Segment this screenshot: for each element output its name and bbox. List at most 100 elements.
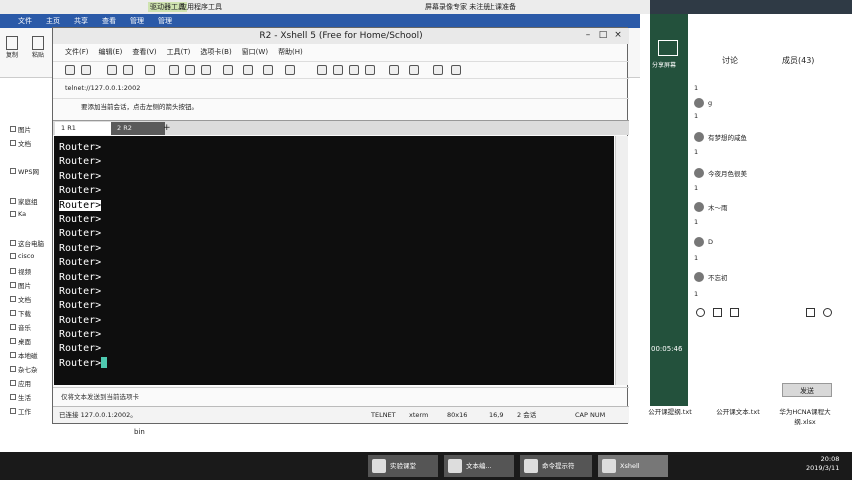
nav-item-pictures[interactable]: 图片 <box>10 124 31 134</box>
terminal-text: Router> <box>59 285 102 297</box>
nav-item-user[interactable]: Ka <box>10 210 26 218</box>
help-icon[interactable] <box>433 65 443 75</box>
keyboard-icon[interactable] <box>389 65 399 75</box>
nav-item-this-pc[interactable]: 这台电脑 <box>10 238 44 248</box>
find-icon[interactable] <box>201 65 211 75</box>
nav-item-cisco[interactable]: cisco <box>10 252 34 260</box>
share-screen-label: 分享屏幕 <box>652 62 677 69</box>
drive-icon <box>10 408 16 414</box>
nav-item-local-disk[interactable]: 本地磁 <box>10 350 38 360</box>
scissors-icon[interactable] <box>713 308 722 317</box>
gear-icon[interactable] <box>823 308 832 317</box>
ribbon-tab-file[interactable]: 文件 <box>18 14 32 28</box>
menu-help[interactable]: 帮助(H) <box>278 46 303 59</box>
chat-count: 1 <box>694 290 699 298</box>
paste-icon[interactable] <box>185 65 195 75</box>
menu-tabs[interactable]: 选项卡(B) <box>200 46 231 59</box>
font-icon[interactable] <box>285 65 295 75</box>
tab-members[interactable]: 成员(43) <box>782 55 814 66</box>
desktop-file[interactable]: 公开课文本.txt <box>708 406 768 416</box>
paste-button[interactable]: 粘贴 <box>32 36 44 59</box>
nav-item-music[interactable]: 音乐 <box>10 322 31 332</box>
menu-window[interactable]: 窗口(W) <box>242 46 268 59</box>
compose-icon[interactable] <box>263 65 273 75</box>
terminal-line: Router> <box>59 357 614 371</box>
terminal-icon <box>524 459 538 473</box>
app-tools-tab[interactable]: 应用程序工具 <box>180 2 222 12</box>
ribbon-tab-share[interactable]: 共享 <box>74 14 88 28</box>
taskbar-clock[interactable]: 20:08 2019/3/11 <box>806 455 839 473</box>
menu-file[interactable]: 文件(F) <box>65 46 89 59</box>
image-icon[interactable] <box>730 308 739 317</box>
minimize-button[interactable]: – <box>581 29 595 41</box>
folder-icon <box>10 253 16 259</box>
nav-item-docs[interactable]: 文档 <box>10 138 31 148</box>
emoji-icon[interactable] <box>696 308 705 317</box>
broom-icon[interactable] <box>806 308 815 317</box>
share-screen-icon[interactable] <box>658 40 678 56</box>
drive-icon <box>10 366 16 372</box>
chat-icon[interactable] <box>451 65 461 75</box>
menu-tools[interactable]: 工具(T) <box>167 46 191 59</box>
nav-item-videos[interactable]: 视频 <box>10 266 31 276</box>
nav-label: 工作 <box>18 408 31 416</box>
bin-folder-label[interactable]: bin <box>134 428 145 436</box>
nav-item-life[interactable]: 生活 <box>10 392 31 402</box>
ribbon-tab-manage-2[interactable]: 管理 <box>158 14 172 28</box>
taskbar-item-cmd[interactable]: 命令提示符 <box>520 455 592 477</box>
chat-user: D <box>708 238 714 246</box>
taskbar-item-editor[interactable]: 文本编... <box>444 455 514 477</box>
disconnect-icon[interactable] <box>123 65 133 75</box>
maximize-button[interactable]: □ <box>596 29 610 41</box>
ribbon-tab-home[interactable]: 主页 <box>46 14 60 28</box>
desktop-file[interactable]: 华为HCNA课程大纲.xlsx <box>770 406 840 426</box>
address-text[interactable]: telnet://127.0.0.1:2002 <box>65 84 140 92</box>
nav-item-downloads[interactable]: 下载 <box>10 308 31 318</box>
fullscreen-icon[interactable] <box>365 65 375 75</box>
taskbar-item-xshell[interactable]: Xshell <box>598 455 668 477</box>
folder-icon <box>10 268 16 274</box>
lock-icon[interactable] <box>349 65 359 75</box>
new-tab-button[interactable]: + <box>157 122 171 135</box>
nav-item-pictures-2[interactable]: 图片 <box>10 280 31 290</box>
layout-icon[interactable] <box>409 65 419 75</box>
address-bar[interactable]: telnet://127.0.0.1:2002 <box>53 80 629 96</box>
taskbar-item-classroom[interactable]: 实验课堂 <box>368 455 438 477</box>
nav-item-apps[interactable]: 应用 <box>10 378 31 388</box>
copy-icon[interactable] <box>169 65 179 75</box>
color-scheme-icon[interactable] <box>243 65 253 75</box>
chat-count: 1 <box>694 84 699 92</box>
terminal-line: Router> <box>59 328 614 342</box>
drive-icon <box>10 352 16 358</box>
terminal-area[interactable]: Router> Router> Router> Router> Router> Route… <box>54 136 614 385</box>
properties-icon[interactable] <box>145 65 155 75</box>
paste-label: 粘贴 <box>32 52 45 59</box>
connect-icon[interactable] <box>107 65 117 75</box>
nav-item-misc[interactable]: 杂七杂 <box>10 364 38 374</box>
tab-discuss[interactable]: 讨论 <box>722 55 738 66</box>
status-protocol: TELNET <box>371 411 396 419</box>
new-session-icon[interactable] <box>65 65 75 75</box>
compose-bar[interactable]: 仅将文本发送到当前选项卡 <box>53 387 629 405</box>
close-button[interactable]: × <box>611 29 625 41</box>
menu-edit[interactable]: 编辑(E) <box>99 46 123 59</box>
nav-item-desktop[interactable]: 桌面 <box>10 336 31 346</box>
ribbon-tab-view[interactable]: 查看 <box>102 14 116 28</box>
menu-view[interactable]: 查看(V) <box>132 46 156 59</box>
recorder-label: 屏幕录像专家 未注册 <box>425 3 491 11</box>
terminal-scrollbar[interactable] <box>615 136 628 385</box>
copy-button[interactable]: 复制 <box>6 36 18 59</box>
nav-item-wps[interactable]: WPS网 <box>10 166 39 176</box>
globe-icon[interactable] <box>223 65 233 75</box>
desktop-file[interactable]: 公开课提纲.txt <box>640 406 700 416</box>
xftp-icon[interactable] <box>317 65 327 75</box>
send-button[interactable]: 发送 <box>782 383 832 397</box>
open-folder-icon[interactable] <box>81 65 91 75</box>
transfer-icon[interactable] <box>333 65 343 75</box>
nav-item-work[interactable]: 工作 <box>10 406 31 416</box>
chat-entry: 不忘初 <box>694 272 728 282</box>
nav-item-homegroup[interactable]: 家庭组 <box>10 196 38 206</box>
ribbon-tab-manage-1[interactable]: 管理 <box>130 14 144 28</box>
tab-r1[interactable]: 1 R1 <box>55 122 111 135</box>
nav-item-documents[interactable]: 文档 <box>10 294 31 304</box>
